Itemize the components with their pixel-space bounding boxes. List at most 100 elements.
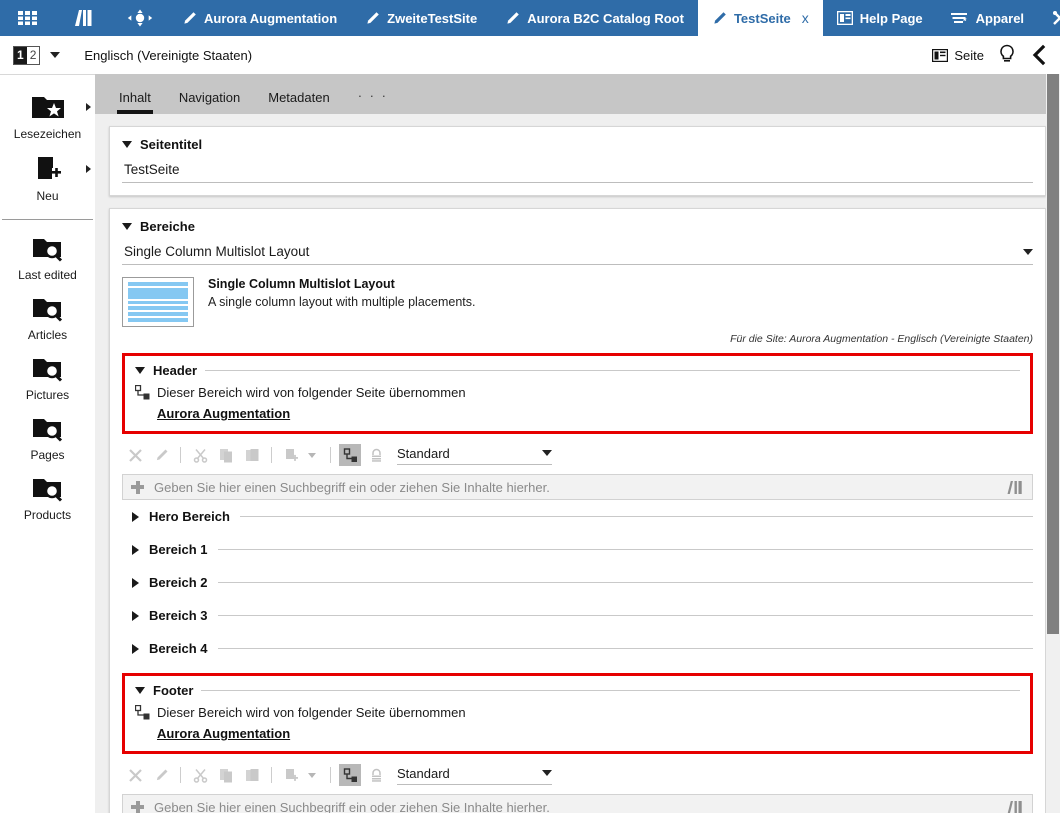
close-icon[interactable]: x bbox=[802, 10, 809, 26]
tab-label: Inhalt bbox=[119, 90, 151, 105]
library-icon[interactable] bbox=[1007, 480, 1024, 495]
sidebar-item-last-edited[interactable]: Last edited bbox=[0, 228, 95, 288]
preview-target-icon[interactable] bbox=[112, 0, 168, 36]
tab-metadaten[interactable]: Metadaten bbox=[254, 90, 343, 114]
sidebar-item-neu[interactable]: Neu bbox=[0, 147, 95, 209]
link-node-icon[interactable] bbox=[339, 444, 361, 466]
new-content-icon[interactable] bbox=[280, 764, 302, 786]
chevron-down-icon[interactable] bbox=[122, 141, 132, 148]
library-sidebar: Lesezeichen Neu bbox=[0, 74, 95, 813]
tab-navigation[interactable]: Navigation bbox=[165, 90, 254, 114]
site-note: Für die Site: Aurora Augmentation - Engl… bbox=[122, 333, 1033, 345]
app-tab-livecontext[interactable]: LiveContext bbox=[1038, 0, 1060, 36]
paste-icon[interactable] bbox=[241, 444, 263, 466]
divider bbox=[218, 582, 1033, 583]
lock-icon[interactable] bbox=[365, 764, 387, 786]
edit-pencil-icon[interactable] bbox=[150, 764, 172, 786]
section-bereich-3[interactable]: Bereich 3 bbox=[122, 599, 1033, 632]
sidebar-item-label: Products bbox=[0, 508, 95, 522]
app-tab-label: Aurora B2C Catalog Root bbox=[527, 11, 684, 26]
new-content-icon[interactable] bbox=[280, 444, 302, 466]
chevron-down-icon[interactable] bbox=[50, 52, 60, 58]
view-select[interactable]: Standard bbox=[397, 446, 552, 465]
section-label: Bereich 1 bbox=[149, 542, 208, 557]
seitentitel-header[interactable]: Seitentitel bbox=[122, 137, 1033, 152]
chevron-down-icon[interactable] bbox=[308, 453, 316, 458]
chevron-down-icon[interactable] bbox=[542, 450, 552, 456]
copy-icon[interactable] bbox=[215, 444, 237, 466]
edit-pencil-icon[interactable] bbox=[150, 444, 172, 466]
page-view-button[interactable]: Seite bbox=[932, 48, 984, 63]
layout-thumbnail-icon bbox=[122, 277, 194, 327]
copy-icon[interactable] bbox=[215, 764, 237, 786]
chevron-down-icon[interactable] bbox=[1023, 249, 1033, 255]
chevron-down-icon[interactable] bbox=[542, 770, 552, 776]
app-tab-testseite[interactable]: TestSeite x bbox=[698, 0, 823, 36]
section-bereich-1[interactable]: Bereich 1 bbox=[122, 533, 1033, 566]
seitentitel-input[interactable]: TestSeite bbox=[122, 160, 1033, 183]
footer-dropzone[interactable]: Geben Sie hier einen Suchbegriff ein ode… bbox=[122, 794, 1033, 813]
chevron-left-icon[interactable] bbox=[1030, 44, 1048, 66]
sidebar-item-lesezeichen[interactable]: Lesezeichen bbox=[0, 85, 95, 147]
header-content-toolbar: Standard bbox=[122, 444, 1033, 466]
link-node-icon[interactable] bbox=[339, 764, 361, 786]
layout-title: Single Column Multislot Layout bbox=[208, 277, 476, 291]
app-tab-help-page[interactable]: Help Page bbox=[823, 0, 937, 36]
header-dropzone-placeholder: Geben Sie hier einen Suchbegriff ein ode… bbox=[154, 480, 997, 495]
chevron-down-icon[interactable] bbox=[135, 687, 145, 694]
app-tab-aurora-b2c-catalog-root[interactable]: Aurora B2C Catalog Root bbox=[491, 0, 698, 36]
lock-icon[interactable] bbox=[365, 444, 387, 466]
apps-grid-icon[interactable] bbox=[0, 0, 56, 36]
header-dropzone[interactable]: Geben Sie hier einen Suchbegriff ein ode… bbox=[122, 474, 1033, 500]
bereiche-heading: Bereiche bbox=[140, 219, 195, 234]
sidebar-item-articles[interactable]: Articles bbox=[0, 288, 95, 348]
chevron-down-icon[interactable] bbox=[135, 367, 145, 374]
footer-inherit-link[interactable]: Aurora Augmentation bbox=[157, 726, 1020, 741]
bereiche-header[interactable]: Bereiche bbox=[122, 219, 1033, 234]
chevron-down-icon[interactable] bbox=[122, 223, 132, 230]
section-label: Bereich 2 bbox=[149, 575, 208, 590]
library-icon[interactable] bbox=[1007, 800, 1024, 813]
version-badge[interactable]: 12 bbox=[13, 46, 40, 65]
sidebar-item-label: Pages bbox=[0, 448, 95, 462]
app-tab-apparel[interactable]: * Apparel bbox=[937, 0, 1038, 36]
chevron-right-icon[interactable] bbox=[132, 644, 139, 654]
section-bereich-4[interactable]: Bereich 4 bbox=[122, 632, 1033, 665]
sidebar-item-pictures[interactable]: Pictures bbox=[0, 348, 95, 408]
sidebar-item-pages[interactable]: Pages bbox=[0, 408, 95, 468]
tab-overflow-menu[interactable]: · · · bbox=[344, 88, 402, 114]
pencil-icon bbox=[365, 11, 380, 26]
scrollbar-thumb[interactable] bbox=[1047, 74, 1059, 634]
cut-scissors-icon[interactable] bbox=[189, 444, 211, 466]
app-tab-aurora-augmentation[interactable]: Aurora Augmentation bbox=[168, 0, 351, 36]
chevron-right-icon[interactable] bbox=[86, 165, 91, 173]
chevron-right-icon[interactable] bbox=[132, 512, 139, 522]
lightbulb-icon[interactable] bbox=[998, 44, 1016, 66]
chevron-right-icon[interactable] bbox=[132, 578, 139, 588]
sidebar-item-products[interactable]: Products bbox=[0, 468, 95, 528]
footer-section-header[interactable]: Footer bbox=[135, 683, 1020, 698]
tab-inhalt[interactable]: Inhalt bbox=[105, 90, 165, 114]
delete-x-icon[interactable] bbox=[124, 444, 146, 466]
footer-section-heading: Footer bbox=[153, 683, 193, 698]
vertical-scrollbar[interactable] bbox=[1046, 74, 1060, 813]
chevron-right-icon[interactable] bbox=[132, 545, 139, 555]
delete-x-icon[interactable] bbox=[124, 764, 146, 786]
divider bbox=[271, 767, 272, 783]
section-bereich-2[interactable]: Bereich 2 bbox=[122, 566, 1033, 599]
chevron-right-icon[interactable] bbox=[132, 611, 139, 621]
divider bbox=[271, 447, 272, 463]
header-inherit-link[interactable]: Aurora Augmentation bbox=[157, 406, 1020, 421]
header-section-header[interactable]: Header bbox=[135, 363, 1020, 378]
view-select[interactable]: Standard bbox=[397, 766, 552, 785]
chevron-right-icon[interactable] bbox=[86, 103, 91, 111]
version-total: 2 bbox=[27, 47, 40, 64]
paste-icon[interactable] bbox=[241, 764, 263, 786]
chevron-down-icon[interactable] bbox=[308, 773, 316, 778]
layout-select[interactable]: Single Column Multislot Layout bbox=[122, 242, 1033, 265]
cut-scissors-icon[interactable] bbox=[189, 764, 211, 786]
section-hero-bereich[interactable]: Hero Bereich bbox=[122, 500, 1033, 533]
footer-section-highlight: Footer Dieser Bereich wird von folgender… bbox=[122, 673, 1033, 754]
library-icon[interactable] bbox=[56, 0, 112, 36]
app-tab-zweitetestsite[interactable]: ZweiteTestSite bbox=[351, 0, 491, 36]
